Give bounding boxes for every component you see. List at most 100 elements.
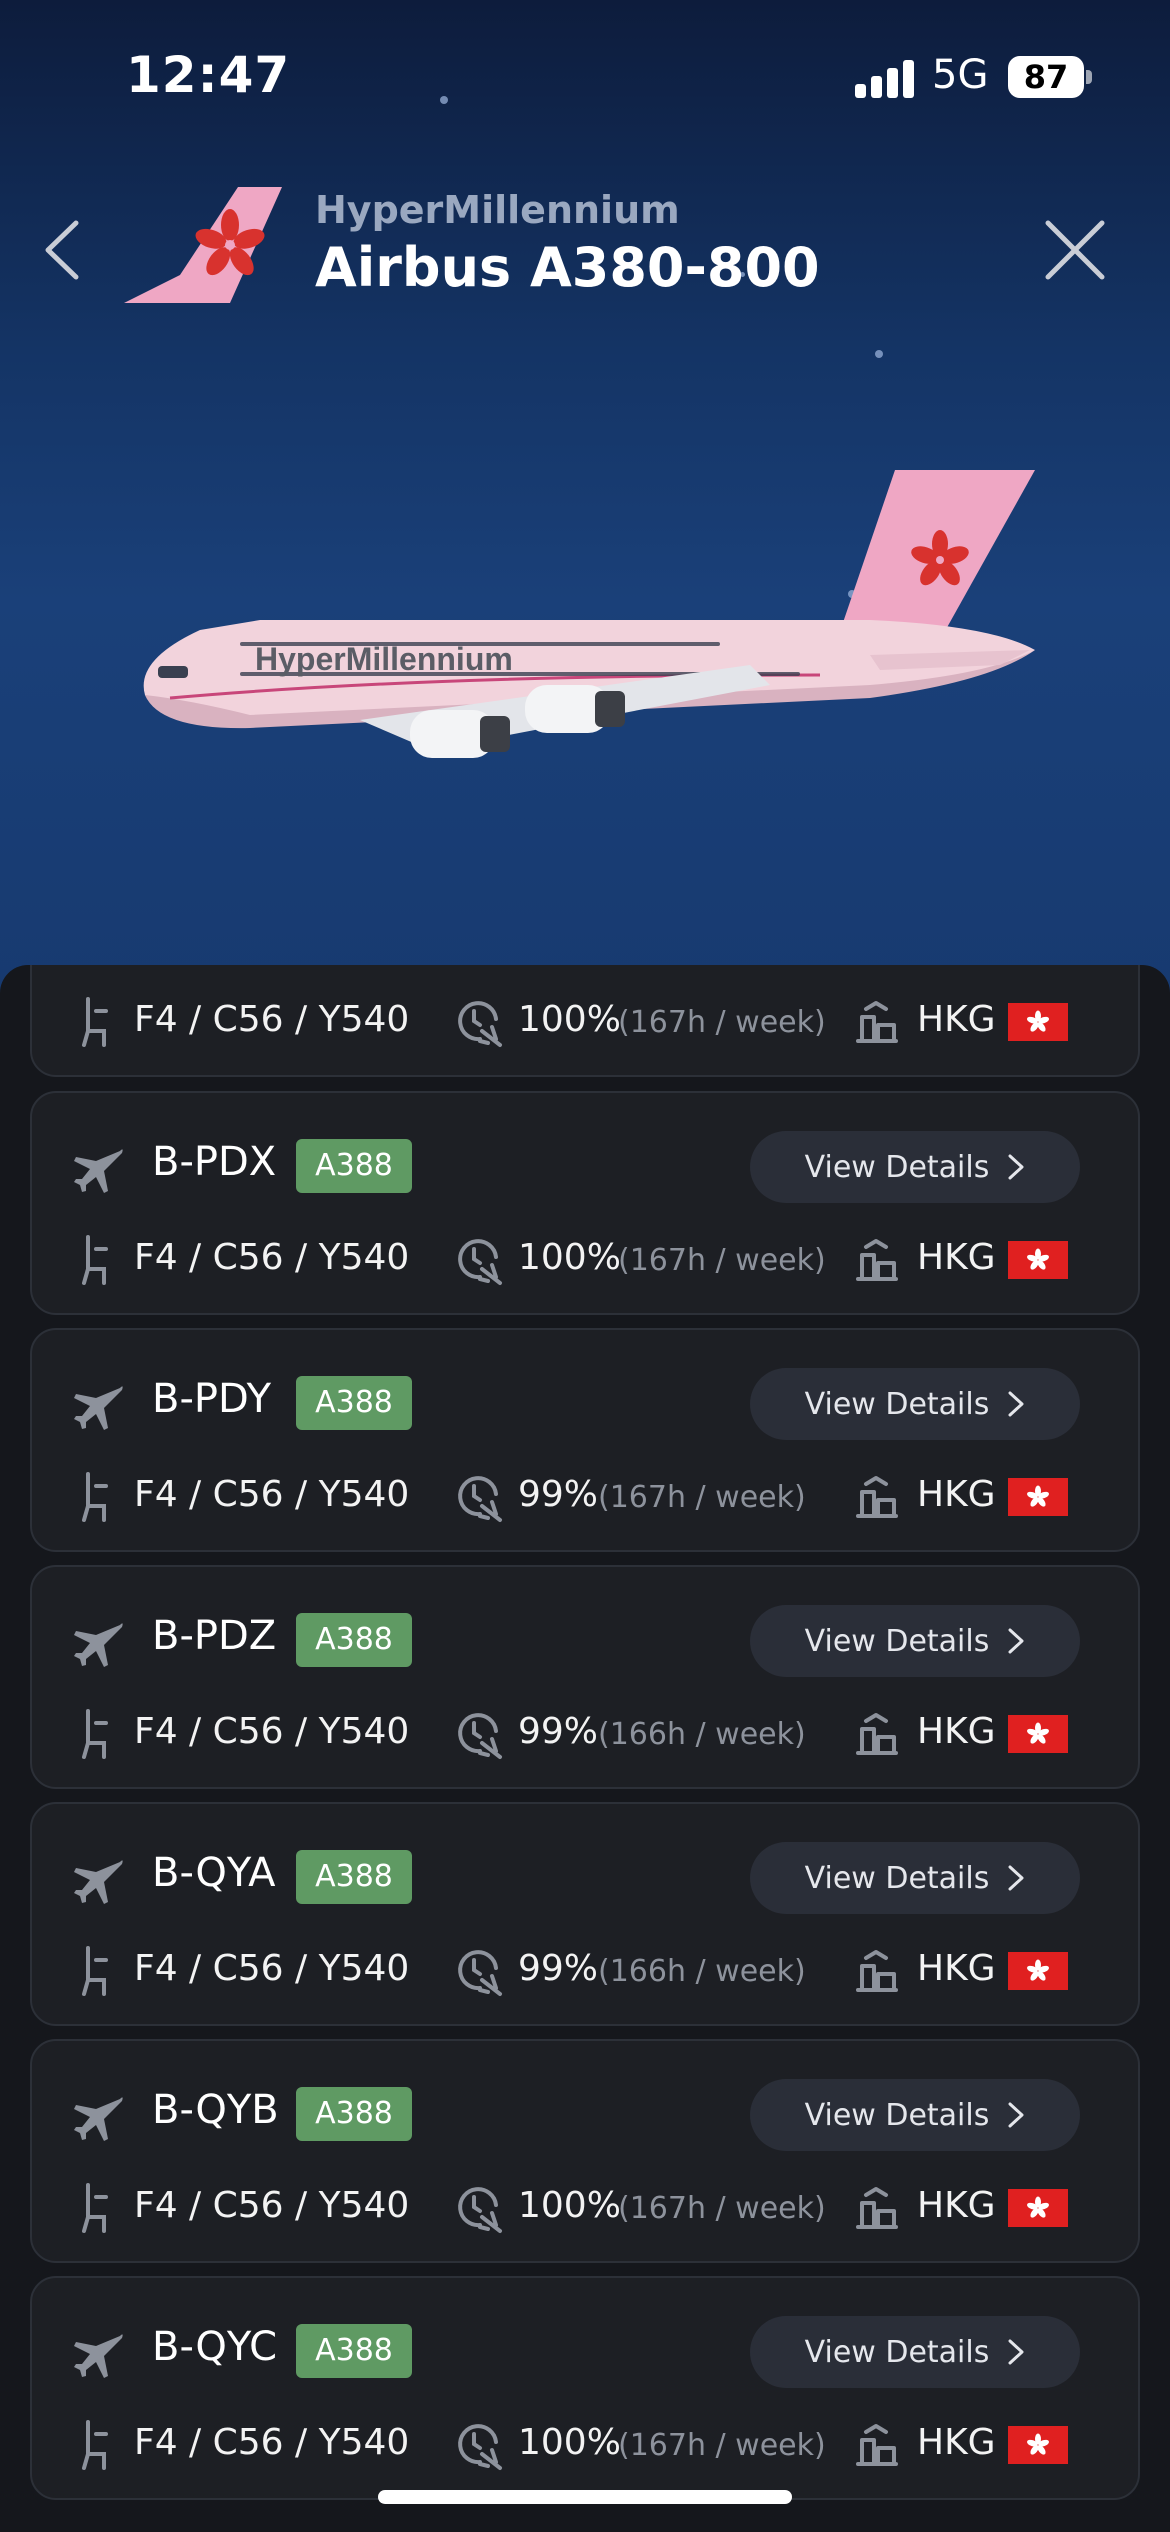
seat-config: F4 / C56 / Y540: [134, 999, 410, 1040]
aircraft-hero: 12:47 5G 87 HyperMillennium Airbus A380-…: [0, 0, 1170, 1000]
hong-kong-flag-icon: [1008, 1715, 1068, 1753]
base-airport: HKG: [917, 2422, 996, 2463]
airline-name: HyperMillennium: [315, 188, 680, 232]
utilization-icon: [458, 1001, 502, 1047]
utilization-icon: [458, 2187, 502, 2233]
airport-base-icon: [856, 1950, 898, 1992]
airplane-icon: [74, 2334, 123, 2378]
aircraft-model-title: Airbus A380-800: [315, 236, 820, 299]
hours-per-week: (167h / week): [618, 1005, 826, 1040]
registration: B-QYB: [152, 2087, 279, 2133]
view-details-label: View Details: [804, 1623, 990, 1659]
seat-icon: [82, 2183, 108, 2233]
airplane-icon: [74, 2097, 123, 2141]
view-details-button[interactable]: View Details: [750, 2079, 1080, 2151]
registration: B-PDZ: [152, 1613, 277, 1659]
chevron-right-icon: [1008, 1865, 1024, 1891]
view-details-button[interactable]: View Details: [750, 1131, 1080, 1203]
aircraft-illustration: HyperMillennium: [143, 470, 1035, 758]
hours-per-week: (166h / week): [598, 1954, 806, 1989]
aircraft-card-partial[interactable]: F4 / C56 / Y540 100% (167h / week) HKG: [30, 965, 1140, 1077]
airport-base-icon: [856, 1713, 898, 1755]
battery-tip: [1086, 70, 1092, 84]
base-airport: HKG: [917, 2185, 996, 2226]
hours-per-week: (167h / week): [618, 2428, 826, 2463]
seat-config: F4 / C56 / Y540: [134, 1948, 410, 1989]
airplane-icon: [74, 1149, 123, 1193]
base-airport: HKG: [917, 1237, 996, 1278]
airport-base-icon: [856, 2187, 898, 2229]
utilization-icon: [458, 2424, 502, 2470]
view-details-label: View Details: [804, 1149, 990, 1185]
view-details-button[interactable]: View Details: [750, 1368, 1080, 1440]
close-icon[interactable]: [1040, 215, 1110, 285]
svg-text:HyperMillennium: HyperMillennium: [255, 641, 513, 677]
network-type: 5G: [932, 52, 989, 98]
seat-config: F4 / C56 / Y540: [134, 2422, 410, 2463]
aircraft-card[interactable]: B-QYB A388 View Details F4 / C56 / Y540 …: [30, 2039, 1140, 2263]
utilization-value: 100%: [518, 2185, 621, 2226]
seat-icon: [82, 1235, 108, 1285]
registration: B-QYC: [152, 2324, 277, 2370]
status-time: 12:47: [126, 46, 291, 104]
aircraft-card[interactable]: B-QYA A388 View Details F4 / C56 / Y540 …: [30, 1802, 1140, 2026]
utilization-value: 99%: [518, 1948, 599, 1989]
status-bar: 12:47 5G 87: [0, 0, 1170, 150]
aircraft-type-badge: A388: [296, 1613, 412, 1667]
seat-config: F4 / C56 / Y540: [134, 1237, 410, 1278]
aircraft-type-badge: A388: [296, 2087, 412, 2141]
view-details-label: View Details: [804, 1860, 990, 1896]
utilization-value: 100%: [518, 999, 621, 1040]
utilization-icon: [458, 1713, 502, 1759]
base-airport: HKG: [917, 1474, 996, 1515]
aircraft-type-badge: A388: [296, 2324, 412, 2378]
hong-kong-flag-icon: [1008, 1952, 1068, 1990]
aircraft-type-badge: A388: [296, 1850, 412, 1904]
seat-icon: [82, 1709, 108, 1759]
aircraft-card[interactable]: B-PDZ A388 View Details F4 / C56 / Y540 …: [30, 1565, 1140, 1789]
airport-base-icon: [856, 1476, 898, 1518]
registration: B-QYA: [152, 1850, 276, 1896]
hong-kong-flag-icon: [1008, 1003, 1068, 1041]
back-chevron-icon[interactable]: [38, 215, 88, 285]
aircraft-type-badge: A388: [296, 1139, 412, 1193]
seat-icon: [82, 1472, 108, 1522]
utilization-value: 100%: [518, 1237, 621, 1278]
aircraft-card[interactable]: B-PDY A388 View Details F4 / C56 / Y540 …: [30, 1328, 1140, 1552]
seat-config: F4 / C56 / Y540: [134, 1711, 410, 1752]
airplane-icon: [74, 1860, 123, 1904]
utilization-value: 100%: [518, 2422, 621, 2463]
view-details-button[interactable]: View Details: [750, 2316, 1080, 2388]
chevron-right-icon: [1008, 2339, 1024, 2365]
aircraft-type-badge: A388: [296, 1376, 412, 1430]
aircraft-list-sheet[interactable]: F4 / C56 / Y540 100% (167h / week) HKG B…: [0, 965, 1170, 2532]
registration: B-PDY: [152, 1376, 272, 1422]
base-airport: HKG: [917, 1948, 996, 1989]
airplane-icon: [74, 1386, 123, 1430]
hong-kong-flag-icon: [1008, 2189, 1068, 2227]
utilization-value: 99%: [518, 1474, 599, 1515]
seat-icon: [82, 1946, 108, 1996]
chevron-right-icon: [1008, 1154, 1024, 1180]
view-details-button[interactable]: View Details: [750, 1605, 1080, 1677]
seat-config: F4 / C56 / Y540: [134, 1474, 410, 1515]
utilization-value: 99%: [518, 1711, 599, 1752]
chevron-right-icon: [1008, 1628, 1024, 1654]
hours-per-week: (166h / week): [598, 1717, 806, 1752]
utilization-icon: [458, 1239, 502, 1285]
seat-icon: [82, 997, 108, 1047]
aircraft-card[interactable]: B-PDX A388 View Details F4 / C56 / Y540 …: [30, 1091, 1140, 1315]
aircraft-card[interactable]: B-QYC A388 View Details F4 / C56 / Y540 …: [30, 2276, 1140, 2500]
base-airport: HKG: [917, 1711, 996, 1752]
battery-icon: 87: [1008, 56, 1084, 98]
hong-kong-flag-icon: [1008, 1478, 1068, 1516]
chevron-right-icon: [1008, 1391, 1024, 1417]
airport-base-icon: [856, 1001, 898, 1043]
utilization-icon: [458, 1476, 502, 1522]
home-indicator: [378, 2490, 792, 2504]
view-details-button[interactable]: View Details: [750, 1842, 1080, 1914]
airline-tail-logo: [124, 187, 282, 303]
hours-per-week: (167h / week): [618, 2191, 826, 2226]
hours-per-week: (167h / week): [598, 1480, 806, 1515]
airport-base-icon: [856, 2424, 898, 2466]
